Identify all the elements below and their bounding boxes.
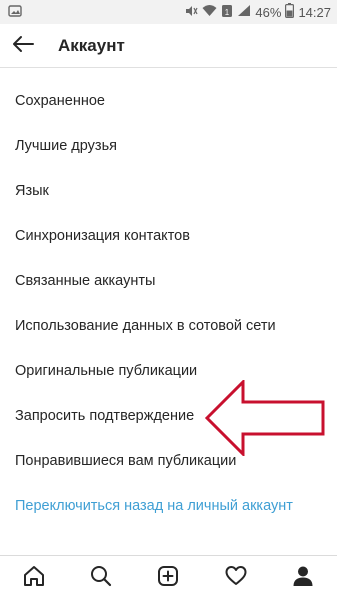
tab-profile[interactable]: [283, 558, 323, 598]
switch-to-personal-link[interactable]: Переключиться назад на личный аккаунт: [0, 484, 337, 529]
back-button[interactable]: [8, 32, 38, 60]
menu-item-contacts-sync[interactable]: Синхронизация контактов: [0, 214, 337, 259]
tab-new-post[interactable]: [148, 558, 188, 598]
bottom-tab-bar: [0, 555, 337, 600]
activity-heart-icon: [224, 564, 248, 593]
arrow-outline: [205, 380, 325, 456]
wifi-icon: [202, 4, 217, 20]
svg-text:1: 1: [225, 8, 230, 17]
menu-item-linked-accounts[interactable]: Связанные аккаунты: [0, 259, 337, 304]
profile-icon: [291, 564, 315, 593]
menu-item-close-friends[interactable]: Лучшие друзья: [0, 124, 337, 169]
photo-icon: [8, 4, 22, 23]
back-arrow-icon: [11, 35, 35, 58]
app-header: Аккаунт: [0, 24, 337, 68]
menu-item-cellular-data[interactable]: Использование данных в сотовой сети: [0, 304, 337, 349]
home-icon: [22, 564, 46, 593]
battery-icon: [285, 3, 295, 21]
add-post-icon: [156, 564, 180, 593]
menu-item-language[interactable]: Язык: [0, 169, 337, 214]
settings-menu: Сохраненное Лучшие друзья Язык Синхрониз…: [0, 79, 337, 529]
tab-search[interactable]: [81, 558, 121, 598]
red-annotation-arrow: [205, 380, 325, 456]
clock-time: 14:27: [298, 4, 331, 20]
status-bar: 1 46% 14:27: [0, 0, 337, 24]
menu-item-saved[interactable]: Сохраненное: [0, 79, 337, 124]
page-title: Аккаунт: [58, 36, 125, 55]
tab-home[interactable]: [14, 558, 54, 598]
search-icon: [89, 564, 113, 593]
tab-activity[interactable]: [216, 558, 256, 598]
signal-icon: [237, 4, 251, 20]
sim-icon: 1: [221, 4, 233, 21]
mute-icon: [184, 4, 198, 21]
battery-percent: 46%: [255, 4, 282, 20]
